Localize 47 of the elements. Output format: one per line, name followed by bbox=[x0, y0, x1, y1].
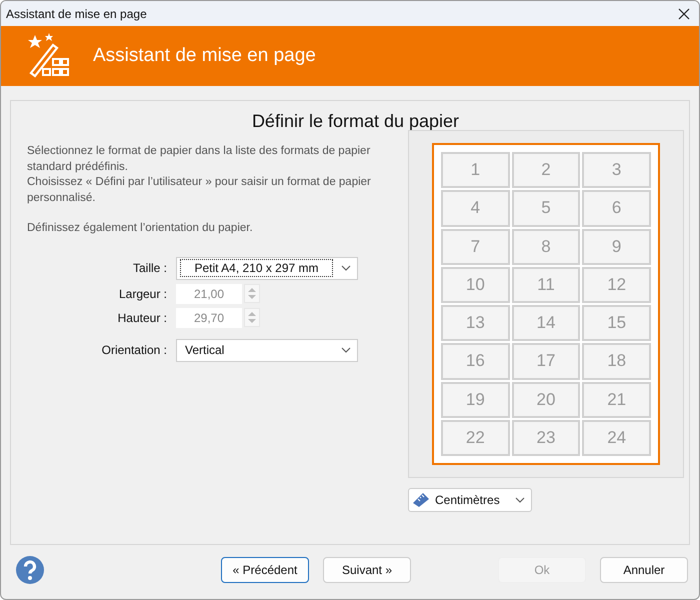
label-cell: 9 bbox=[582, 228, 651, 265]
label-cell: 19 bbox=[441, 382, 510, 418]
dropdown[interactable]: Petit A4, 210 x 297 mm bbox=[176, 256, 358, 280]
label-cell: 23 bbox=[512, 420, 580, 456]
dialog-button[interactable]: Annuler bbox=[600, 557, 688, 583]
instruction-text: Choisissez « Défini par l’utilisateur » pour saisir un format de papier personnalisé. bbox=[27, 175, 372, 206]
field-label: Taille : bbox=[132, 261, 167, 275]
label-cell: 21 bbox=[582, 382, 651, 418]
label-cell: 11 bbox=[512, 266, 580, 303]
label-cell: 1 bbox=[441, 152, 510, 188]
window-title: Assistant de mise en page bbox=[5, 6, 147, 20]
label-cell: 10 bbox=[441, 266, 510, 303]
label-cell: 12 bbox=[582, 266, 651, 303]
chevron-down-icon bbox=[341, 265, 351, 271]
label-cell: 5 bbox=[512, 190, 580, 226]
dropdown[interactable]: Vertical bbox=[176, 338, 358, 362]
ruler-icon bbox=[412, 492, 430, 508]
magic-wand-icon bbox=[27, 33, 69, 79]
label-cell: 24 bbox=[582, 420, 651, 456]
label-cell: 17 bbox=[512, 343, 580, 380]
label-cell: 8 bbox=[512, 228, 580, 265]
label-cell: 6 bbox=[582, 190, 651, 226]
close-icon bbox=[678, 8, 690, 20]
field-label: Orientation : bbox=[100, 343, 167, 357]
label-cell: 20 bbox=[512, 382, 580, 418]
chevron-down-icon bbox=[341, 347, 351, 353]
label-cell: 4 bbox=[441, 190, 510, 226]
help-icon[interactable] bbox=[15, 555, 45, 585]
instruction-text: Sélectionnez le format de papier dans la liste des formats de papier standard prédéfinis. bbox=[27, 144, 372, 174]
page-heading: Définir le format du papier bbox=[250, 111, 460, 132]
header-title: Assistant de mise en page bbox=[93, 45, 316, 67]
label-cell: 13 bbox=[441, 305, 510, 342]
units-dropdown[interactable]: Centimètres bbox=[408, 488, 532, 512]
field-label: Hauteur : bbox=[116, 310, 167, 324]
label-cell: 16 bbox=[441, 343, 510, 380]
field-label: Largeur : bbox=[118, 286, 167, 300]
instruction-text: Définissez également l’orientation du papier. bbox=[27, 221, 254, 236]
dialog-button[interactable]: « Précédent bbox=[221, 557, 309, 583]
label-cell: 14 bbox=[512, 305, 580, 342]
label-cell: 7 bbox=[441, 228, 510, 265]
label-cell: 15 bbox=[582, 305, 651, 342]
label-cell: 18 bbox=[582, 343, 651, 380]
label-cell: 22 bbox=[441, 420, 510, 456]
label-cell: 2 bbox=[512, 152, 580, 188]
label-cell: 3 bbox=[582, 152, 651, 188]
chevron-down-icon bbox=[515, 497, 525, 503]
dialog-button[interactable]: Suivant » bbox=[323, 557, 411, 583]
